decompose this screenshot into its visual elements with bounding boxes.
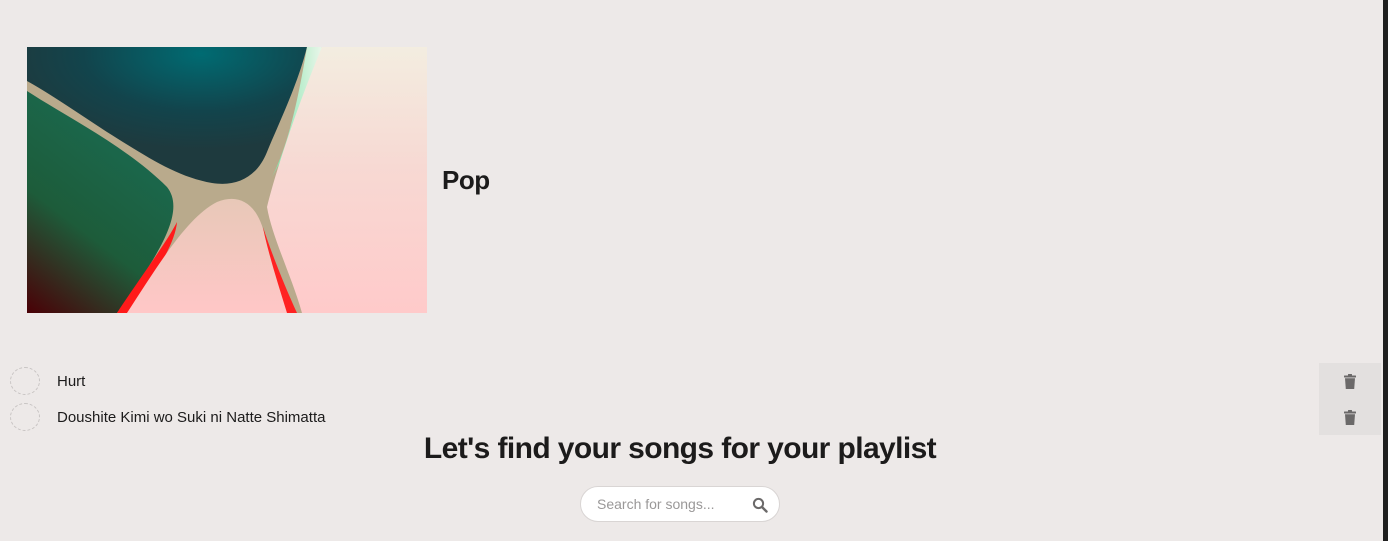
song-row[interactable]: Doushite Kimi wo Suki ni Natte Shimatta bbox=[0, 399, 1383, 435]
playlist-title: Pop bbox=[442, 164, 490, 195]
search-heading: Let's find your songs for your playlist bbox=[423, 432, 937, 465]
song-list: Hurt Doushite Kimi wo Suki ni Natte Shim… bbox=[0, 363, 1383, 435]
trash-icon bbox=[1344, 373, 1356, 389]
delete-song-button[interactable] bbox=[1319, 399, 1381, 435]
window-edge bbox=[1383, 0, 1388, 541]
search-icon[interactable] bbox=[752, 497, 768, 513]
trash-icon bbox=[1344, 409, 1356, 425]
search-input[interactable] bbox=[595, 495, 749, 513]
delete-song-button[interactable] bbox=[1319, 363, 1381, 399]
playlist-header: Pop bbox=[27, 47, 490, 313]
song-select-circle[interactable] bbox=[10, 367, 40, 395]
playlist-cover-image bbox=[27, 47, 427, 313]
song-row[interactable]: Hurt bbox=[0, 363, 1383, 399]
playlist-page: Pop Hurt Doushite Kimi wo Suki ni Natte … bbox=[0, 0, 1388, 541]
song-title: Doushite Kimi wo Suki ni Natte Shimatta bbox=[57, 408, 326, 426]
song-select-circle[interactable] bbox=[10, 403, 40, 431]
search-box[interactable] bbox=[580, 486, 780, 522]
song-title: Hurt bbox=[57, 372, 86, 390]
